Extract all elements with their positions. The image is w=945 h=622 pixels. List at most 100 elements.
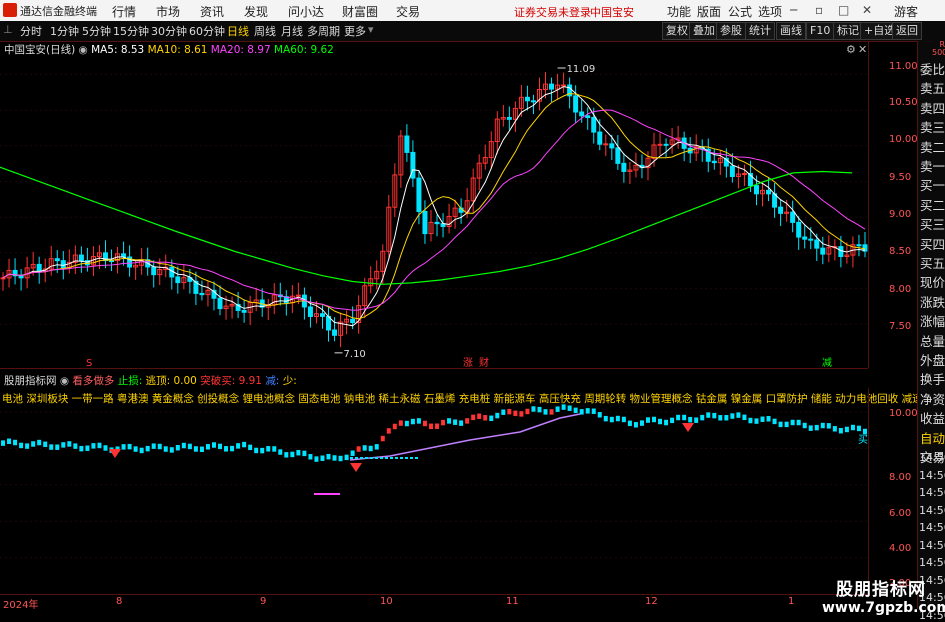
candle-body[interactable] bbox=[814, 239, 820, 249]
candle-body[interactable] bbox=[506, 117, 512, 120]
candle-body[interactable] bbox=[530, 100, 536, 103]
indicator-toggle-icon[interactable]: ◉ bbox=[60, 375, 69, 387]
candle-body[interactable] bbox=[790, 211, 796, 223]
quote-item[interactable]: 卖三 bbox=[920, 117, 945, 136]
candle-body[interactable] bbox=[609, 143, 615, 149]
buy-marker[interactable]: 买 bbox=[858, 434, 868, 446]
candle-body[interactable] bbox=[60, 260, 66, 269]
candle-body[interactable] bbox=[585, 115, 591, 118]
menu-faxian[interactable]: 发现 bbox=[244, 3, 268, 20]
menu-caifuquan[interactable]: 财富圈 bbox=[342, 3, 378, 20]
quote-item[interactable]: 买一 bbox=[920, 175, 945, 194]
quote-item[interactable]: 委比 bbox=[920, 59, 945, 78]
candle-body[interactable] bbox=[597, 131, 603, 145]
tab-multi-period[interactable]: 多周期 bbox=[307, 23, 340, 39]
candle-body[interactable] bbox=[524, 96, 530, 102]
candle-body[interactable] bbox=[199, 292, 205, 296]
layout-button[interactable]: 版面 bbox=[697, 3, 721, 20]
restore-icon[interactable]: ▫ bbox=[815, 3, 823, 17]
legend-toggle-icon[interactable]: ◉ bbox=[79, 44, 88, 56]
f10-button[interactable]: F10 bbox=[806, 22, 835, 40]
menu-zixun[interactable]: 资讯 bbox=[200, 3, 224, 20]
candle-body[interactable] bbox=[802, 236, 808, 240]
adjust-button[interactable]: 复权 bbox=[662, 22, 692, 40]
stats-button[interactable]: 统计 bbox=[745, 22, 775, 40]
candle-body[interactable] bbox=[422, 210, 428, 235]
quote-item[interactable]: 总量 bbox=[920, 331, 945, 350]
tab-daily[interactable]: 日线 bbox=[227, 23, 249, 39]
quote-item[interactable]: 买五 bbox=[920, 253, 945, 272]
candle-body[interactable] bbox=[175, 276, 181, 284]
pane-divider[interactable] bbox=[0, 368, 868, 369]
sell-marker-icon[interactable] bbox=[682, 423, 694, 432]
candle-body[interactable] bbox=[54, 258, 60, 262]
tab-fenshi[interactable]: 分时 bbox=[20, 23, 42, 39]
quote-item[interactable]: 买二 bbox=[920, 195, 945, 214]
candle-body[interactable] bbox=[78, 254, 84, 262]
close-icon[interactable]: ✕ bbox=[862, 3, 872, 17]
candle-body[interactable] bbox=[561, 84, 567, 87]
close-panel-icon[interactable]: ✕ bbox=[858, 43, 867, 56]
tab-1min[interactable]: 1分钟 bbox=[50, 23, 79, 39]
quote-item[interactable]: 涨幅 bbox=[920, 311, 945, 330]
quote-item[interactable]: 卖二 bbox=[920, 137, 945, 156]
candle-body[interactable] bbox=[603, 143, 609, 146]
candle-body[interactable] bbox=[615, 147, 621, 164]
candle-body[interactable] bbox=[820, 247, 826, 255]
candle-body[interactable] bbox=[151, 266, 157, 276]
candle-body[interactable] bbox=[856, 244, 862, 247]
candle-body[interactable] bbox=[711, 160, 717, 164]
draw-line-button[interactable]: 画线 bbox=[776, 22, 806, 40]
tab-weekly[interactable]: 周线 bbox=[254, 23, 276, 39]
quote-item[interactable]: 卖一 bbox=[920, 156, 945, 175]
func-button[interactable]: 功能 bbox=[667, 3, 691, 20]
maximize-icon[interactable]: □ bbox=[838, 3, 849, 17]
quote-item[interactable]: 净资 bbox=[920, 389, 945, 408]
more-chevron-icon[interactable]: ▾ bbox=[368, 23, 374, 36]
candle-body[interactable] bbox=[579, 111, 585, 117]
candle-body[interactable] bbox=[350, 318, 356, 324]
quote-item[interactable]: 涨跌 bbox=[920, 292, 945, 311]
candle-body[interactable] bbox=[621, 162, 627, 172]
settings-icon[interactable]: ⚙ bbox=[846, 43, 856, 56]
candle-body[interactable] bbox=[18, 275, 24, 279]
candle-body[interactable] bbox=[838, 246, 844, 258]
quote-item[interactable]: 外盘 bbox=[920, 350, 945, 369]
candle-body[interactable] bbox=[241, 309, 247, 313]
candle-body[interactable] bbox=[741, 173, 747, 176]
holdings-button[interactable]: 参股 bbox=[716, 22, 746, 40]
menu-hangqing[interactable]: 行情 bbox=[112, 3, 136, 20]
candle-body[interactable] bbox=[663, 143, 669, 146]
kline-chart[interactable]: 11.09 7.10 S 涨财 减 bbox=[0, 41, 868, 368]
quote-item[interactable]: 自动 bbox=[920, 428, 945, 447]
tab-30min[interactable]: 30分钟 bbox=[151, 23, 187, 39]
quote-item[interactable]: 收益 bbox=[920, 408, 945, 427]
candle-body[interactable] bbox=[796, 221, 802, 238]
menu-shichang[interactable]: 市场 bbox=[156, 3, 180, 20]
quote-item[interactable]: 卖五 bbox=[920, 78, 945, 97]
overlay-button[interactable]: 叠加 bbox=[689, 22, 719, 40]
formula-button[interactable]: 公式 bbox=[728, 3, 752, 20]
candle-body[interactable] bbox=[307, 306, 313, 317]
event-mark[interactable]: S bbox=[86, 358, 92, 368]
candle-body[interactable] bbox=[416, 177, 422, 212]
menu-wenxiaoda[interactable]: 问小达 bbox=[288, 3, 324, 20]
candle-body[interactable] bbox=[573, 95, 579, 113]
candle-body[interactable] bbox=[591, 116, 597, 133]
tab-more[interactable]: 更多 bbox=[344, 23, 366, 39]
candle-body[interactable] bbox=[217, 297, 223, 310]
event-mark[interactable]: 财 bbox=[479, 356, 489, 368]
tab-5min[interactable]: 5分钟 bbox=[82, 23, 111, 39]
quote-item[interactable]: 现价 bbox=[920, 272, 945, 291]
guest-label[interactable]: 游客 bbox=[894, 3, 918, 20]
candle-body[interactable] bbox=[753, 185, 759, 195]
minimize-icon[interactable]: ─ bbox=[790, 3, 797, 17]
quote-item[interactable]: 换手 bbox=[920, 369, 945, 388]
candle-body[interactable] bbox=[808, 238, 814, 241]
sell-marker-icon[interactable] bbox=[109, 449, 121, 458]
candle-body[interactable] bbox=[332, 329, 338, 336]
candle-body[interactable] bbox=[404, 135, 410, 153]
candle-body[interactable] bbox=[549, 83, 555, 90]
tab-15min[interactable]: 15分钟 bbox=[113, 23, 149, 39]
candle-body[interactable] bbox=[778, 206, 784, 214]
